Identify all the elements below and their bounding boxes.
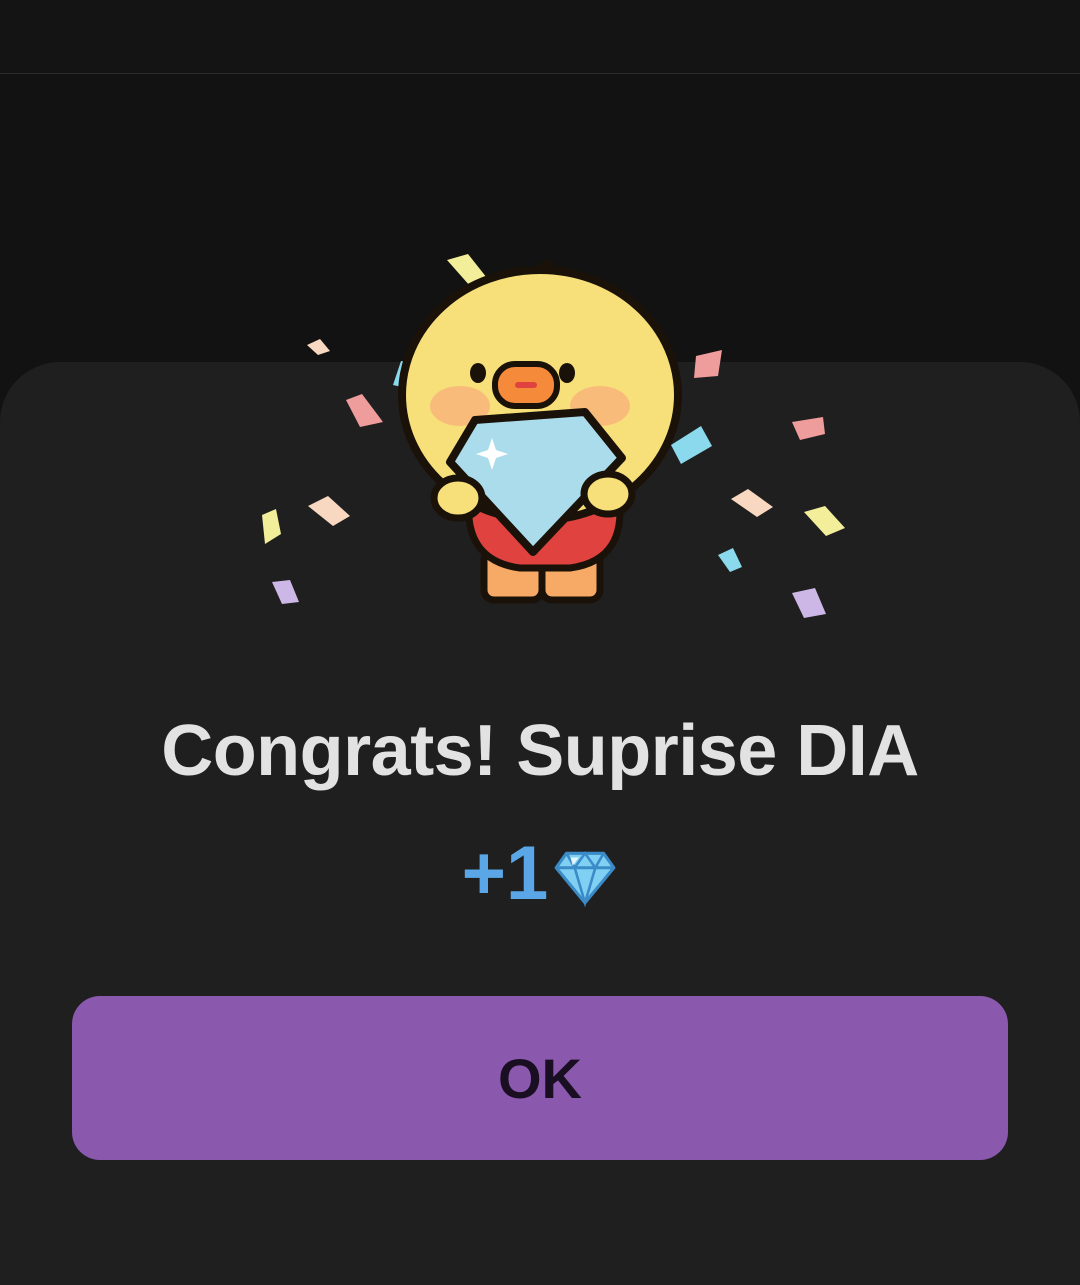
ok-button-label: OK [498,1046,582,1110]
dialog-title: Congrats! Suprise DIA [161,711,919,791]
reward-amount: +1 [461,831,549,916]
ok-button[interactable]: OK [72,996,1008,1160]
reward-row: +1 [0,830,1080,917]
top-bar [0,0,1080,74]
diamond-icon [554,850,616,907]
duck-character [398,259,682,604]
screen: Congrats! Suprise DIA +1 OK [0,0,1080,1285]
duck-mascot-illustration [262,254,845,618]
